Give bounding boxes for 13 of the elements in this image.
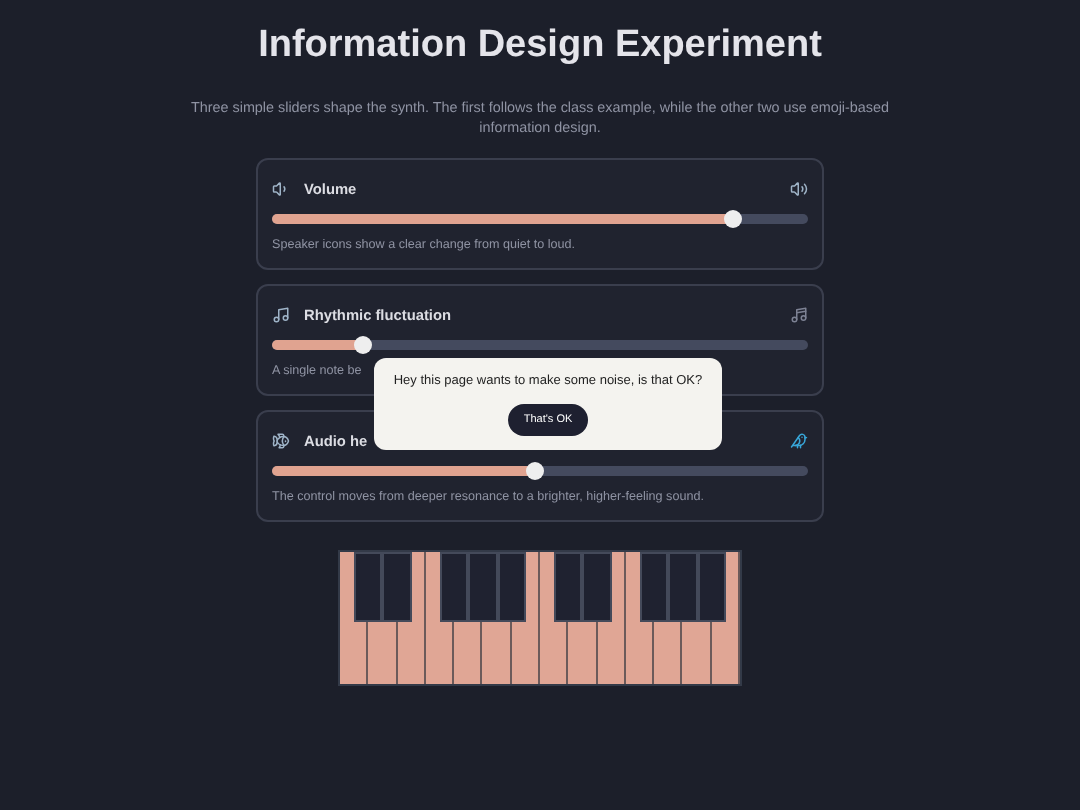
page-title: Information Design Experiment — [258, 24, 822, 68]
music-note-icon — [272, 305, 290, 323]
speaker-icon — [272, 179, 290, 197]
piano-keyboard[interactable] — [337, 550, 743, 686]
slider-track[interactable] — [272, 466, 808, 476]
bird-icon — [790, 431, 808, 449]
slider-thumb[interactable] — [354, 336, 373, 354]
slider-thumb[interactable] — [723, 210, 742, 228]
slider-track[interactable] — [272, 340, 808, 350]
speaker-icon — [790, 179, 808, 197]
slider-thumb[interactable] — [525, 462, 544, 480]
fish-icon — [272, 431, 290, 449]
music-notes-icon — [790, 305, 808, 323]
